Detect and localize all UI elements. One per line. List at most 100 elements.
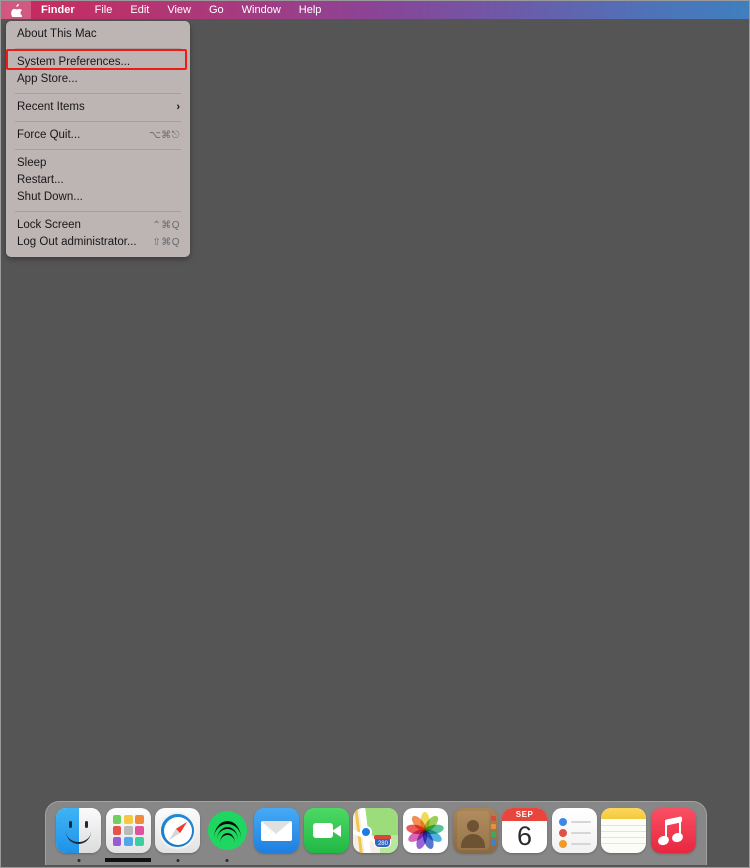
dock-item-maps[interactable]: 280 — [351, 808, 401, 866]
mail-flap — [261, 821, 292, 834]
menu-item-label: Recent Items — [17, 101, 85, 113]
reminders-bullet — [558, 818, 567, 826]
menu-item-restart[interactable]: Restart... — [6, 172, 190, 189]
maps-highway-shield: 280 — [374, 835, 392, 848]
launchpad-tile — [135, 815, 144, 824]
reminders-bullet — [558, 829, 567, 837]
finder-icon[interactable] — [56, 808, 102, 853]
calendar-day-number: 6 — [517, 821, 533, 851]
dock-item-facetime[interactable] — [302, 808, 352, 866]
menu-bar-item-go[interactable]: Go — [200, 1, 233, 19]
safari-icon[interactable] — [155, 808, 201, 853]
notes-line — [601, 843, 647, 844]
running-indicator-dot — [77, 859, 81, 862]
menu-item-shortcut: ⇧⌘Q — [152, 237, 180, 248]
menu-item-label: Restart... — [17, 174, 64, 186]
menu-separator — [15, 211, 181, 212]
menu-bar-item-window[interactable]: Window — [233, 1, 290, 19]
menu-separator — [15, 149, 181, 150]
menu-bar-item-help[interactable]: Help — [290, 1, 331, 19]
launchpad-tile — [123, 815, 133, 824]
notes-line — [601, 837, 647, 838]
reminders-icon[interactable] — [551, 808, 597, 853]
facetime-camera-lens — [331, 824, 341, 837]
macos-desktop: Finder File Edit View Go Window Help About Thi… — [0, 0, 750, 868]
apple-logo-icon — [10, 3, 22, 17]
menu-item-shut-down[interactable]: Shut Down... — [6, 189, 190, 206]
reminders-row — [558, 829, 591, 837]
notes-line — [601, 831, 647, 832]
menu-item-sleep[interactable]: Sleep — [6, 155, 190, 172]
menu-item-app-store[interactable]: App Store... — [6, 71, 190, 88]
dock-item-calendar[interactable]: SEP 6 — [500, 808, 550, 866]
menu-item-label: Shut Down... — [17, 191, 83, 203]
apple-menu-button[interactable] — [1, 1, 31, 19]
notes-line — [601, 825, 647, 826]
calendar-icon[interactable]: SEP 6 — [502, 808, 548, 853]
menu-item-recent-items[interactable]: Recent Items › — [6, 99, 190, 116]
running-indicator-bar — [105, 858, 152, 862]
finder-eye-right — [85, 821, 89, 828]
menu-item-lock-screen[interactable]: Lock Screen ⌃⌘Q — [6, 217, 190, 234]
reminders-bullet — [558, 840, 567, 848]
menu-separator — [15, 93, 181, 94]
menu-bar-items: Finder File Edit View Go Window Help — [31, 1, 330, 19]
dock-item-launchpad[interactable] — [104, 808, 154, 866]
dock-item-spotify[interactable] — [203, 808, 253, 866]
facetime-icon[interactable] — [303, 808, 349, 853]
reminders-row — [558, 818, 591, 826]
launchpad-tile — [123, 837, 133, 846]
menu-item-about-this-mac[interactable]: About This Mac — [6, 26, 190, 43]
chevron-right-icon: › — [176, 101, 180, 113]
contacts-avatar-head — [466, 820, 479, 832]
photos-icon[interactable] — [402, 808, 448, 853]
dock-item-contacts[interactable] — [450, 808, 500, 866]
launchpad-tile — [135, 837, 144, 846]
launchpad-tile — [112, 837, 122, 846]
contacts-index-tab — [490, 816, 496, 821]
menu-item-label: App Store... — [17, 73, 78, 85]
menu-item-log-out[interactable]: Log Out administrator... ⇧⌘Q — [6, 234, 190, 251]
reminders-text-line — [570, 821, 591, 823]
dock-item-music[interactable] — [648, 808, 698, 866]
reminders-row — [558, 840, 591, 848]
dock: 280 SEP 6 — [45, 801, 707, 865]
notes-icon[interactable] — [601, 808, 647, 853]
launchpad-icon[interactable] — [105, 808, 151, 853]
maps-shield-number: 280 — [377, 841, 388, 847]
notes-header-bar — [601, 808, 647, 819]
dock-item-safari[interactable] — [153, 808, 203, 866]
dock-item-reminders[interactable] — [549, 808, 599, 866]
dock-item-photos[interactable] — [401, 808, 451, 866]
menu-item-system-preferences[interactable]: System Preferences... — [6, 54, 190, 71]
menu-separator — [15, 121, 181, 122]
apple-dropdown-menu: About This Mac System Preferences... App… — [6, 21, 190, 257]
dock-item-finder[interactable] — [54, 808, 104, 866]
menu-item-force-quit[interactable]: Force Quit... ⌥⌘⎋ — [6, 127, 190, 144]
music-icon[interactable] — [650, 808, 696, 853]
spotify-icon[interactable] — [205, 808, 250, 853]
menu-item-label: Lock Screen — [17, 219, 81, 231]
music-note-head-right — [670, 831, 684, 844]
menu-item-label: System Preferences... — [17, 56, 131, 68]
menu-bar-item-file[interactable]: File — [86, 1, 122, 19]
contacts-icon[interactable] — [452, 808, 498, 853]
menu-item-shortcut: ⌥⌘⎋ — [149, 130, 180, 141]
running-indicator-dot — [225, 859, 229, 862]
contacts-index-tab — [490, 824, 496, 829]
mail-icon[interactable] — [254, 808, 300, 853]
maps-icon[interactable]: 280 — [353, 808, 399, 853]
menu-bar: Finder File Edit View Go Window Help — [1, 1, 749, 19]
dock-item-mail[interactable] — [252, 808, 302, 866]
menu-item-label: Sleep — [17, 157, 47, 169]
menu-bar-item-view[interactable]: View — [158, 1, 200, 19]
menu-bar-item-finder[interactable]: Finder — [31, 1, 86, 19]
facetime-camera-body — [312, 823, 333, 838]
menu-item-label: About This Mac — [17, 28, 97, 40]
dock-item-notes[interactable] — [599, 808, 649, 866]
finder-eye-left — [69, 821, 73, 828]
menu-bar-item-edit[interactable]: Edit — [121, 1, 158, 19]
launchpad-tile — [112, 826, 122, 835]
running-indicator-dot — [176, 859, 180, 862]
menu-item-label: Force Quit... — [17, 129, 81, 141]
